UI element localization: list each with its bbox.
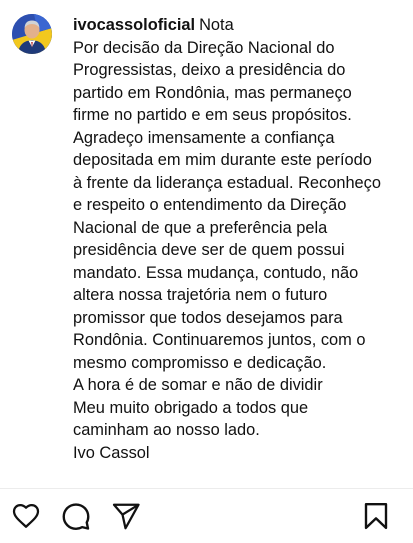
comment-button[interactable] [61, 501, 91, 531]
share-button[interactable] [111, 501, 141, 531]
action-bar [0, 489, 413, 543]
caption-text: Por decisão da Direção Nacional do Progr… [73, 38, 381, 462]
post-container: ivocassoloficial Nota Por decisão da Dire… [0, 0, 413, 488]
post-caption: ivocassoloficial Nota Por decisão da Dire… [73, 14, 385, 464]
like-button[interactable] [11, 501, 41, 531]
heart-outline-icon [12, 504, 40, 528]
paper-plane-icon [112, 503, 140, 530]
post-label: Nota [199, 16, 234, 34]
avatar[interactable] [12, 14, 52, 54]
avatar-image [12, 14, 52, 54]
speech-bubble-icon [62, 503, 90, 530]
caption-header: ivocassoloficial Nota [73, 14, 385, 37]
username-link[interactable]: ivocassoloficial [73, 16, 195, 34]
save-button[interactable] [361, 501, 391, 531]
bookmark-icon [364, 502, 388, 530]
